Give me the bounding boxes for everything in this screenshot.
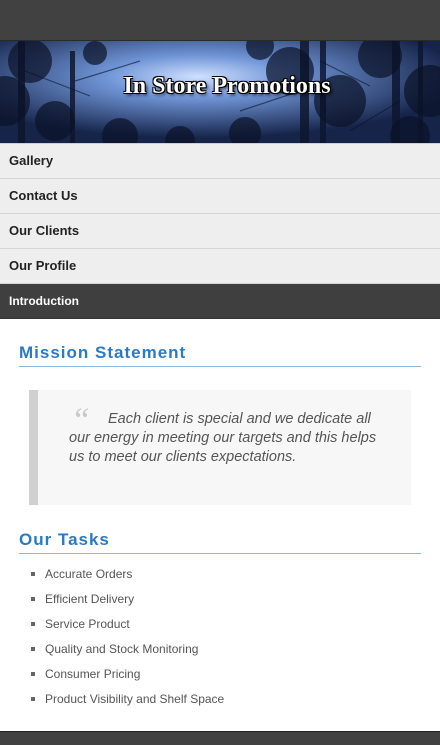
nav-item-gallery[interactable]: Gallery [0, 144, 440, 179]
bullet-icon [31, 672, 35, 676]
task-label: Quality and Stock Monitoring [45, 642, 199, 656]
footer-bar [0, 731, 440, 745]
bullet-icon [31, 597, 35, 601]
mission-statement-heading: Mission Statement [19, 343, 421, 367]
banner: In Store Promotions [0, 41, 440, 143]
task-label: Service Product [45, 617, 130, 631]
nav-item-introduction[interactable]: Introduction [0, 284, 440, 319]
bullet-icon [31, 647, 35, 651]
list-item: Product Visibility and Shelf Space [29, 691, 421, 716]
task-label: Consumer Pricing [45, 667, 141, 681]
main-navigation: Gallery Contact Us Our Clients Our Profi… [0, 143, 440, 319]
task-label: Efficient Delivery [45, 592, 135, 606]
list-item: Accurate Orders [29, 566, 421, 591]
main-content: Mission Statement “ Each client is speci… [0, 319, 440, 716]
mission-quote: “ Each client is special and we dedicate… [29, 390, 411, 505]
bullet-icon [31, 572, 35, 576]
mission-quote-text: Each client is special and we dedicate a… [69, 411, 377, 465]
nav-item-contact-us[interactable]: Contact Us [0, 179, 440, 214]
task-list: Accurate Orders Efficient Delivery Servi… [19, 566, 421, 716]
list-item: Consumer Pricing [29, 666, 421, 691]
quote-mark-icon: “ [71, 402, 90, 439]
site-title: In Store Promotions [123, 73, 331, 99]
nav-item-our-clients[interactable]: Our Clients [0, 214, 440, 249]
bullet-icon [31, 697, 35, 701]
bullet-icon [31, 622, 35, 626]
list-item: Quality and Stock Monitoring [29, 641, 421, 666]
task-label: Accurate Orders [45, 567, 133, 581]
top-header-bar [0, 0, 440, 41]
our-tasks-heading: Our Tasks [19, 530, 421, 554]
task-label: Product Visibility and Shelf Space [45, 692, 225, 706]
nav-item-our-profile[interactable]: Our Profile [0, 249, 440, 284]
list-item: Service Product [29, 616, 421, 641]
list-item: Efficient Delivery [29, 591, 421, 616]
